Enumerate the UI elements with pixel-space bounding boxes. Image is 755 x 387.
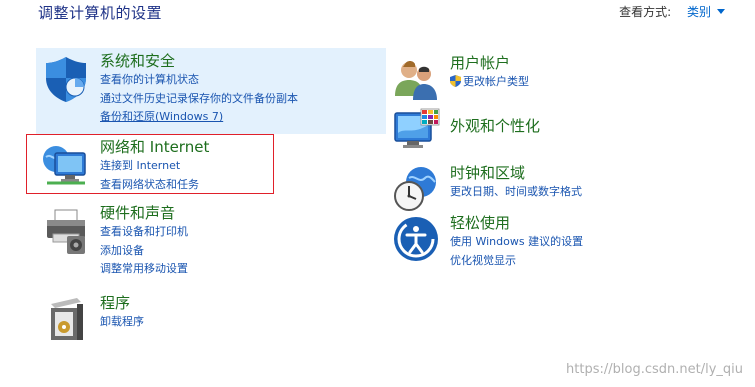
link-uninstall-program[interactable]: 卸载程序 bbox=[100, 313, 144, 332]
link-add-device[interactable]: 添加设备 bbox=[100, 242, 188, 261]
category-appearance: 外观和个性化 bbox=[386, 108, 736, 160]
link-optimize-visual-display[interactable]: 优化视觉显示 bbox=[450, 252, 583, 271]
category-title-hardware[interactable]: 硬件和声音 bbox=[100, 203, 188, 223]
category-clock-region: 时钟和区域 更改日期、时间或数字格式 bbox=[386, 160, 736, 211]
view-by-value: 类别 bbox=[686, 5, 711, 19]
link-change-account-type[interactable]: 更改帐户类型 bbox=[450, 73, 529, 92]
category-title-user-accounts[interactable]: 用户帐户 bbox=[450, 53, 529, 73]
monitor-palette-icon bbox=[394, 108, 440, 148]
view-by-control: 查看方式: 类别 bbox=[619, 3, 725, 20]
link-change-account-type-label: 更改帐户类型 bbox=[463, 75, 529, 88]
category-network-internet: 网络和 Internet 连接到 Internet 查看网络状态和任务 bbox=[36, 134, 386, 194]
category-ease-of-access: 轻松使用 使用 Windows 建议的设置 优化视觉显示 bbox=[386, 210, 736, 270]
users-icon bbox=[395, 61, 437, 100]
link-devices-printers[interactable]: 查看设备和打印机 bbox=[100, 223, 188, 242]
link-network-status[interactable]: 查看网络状态和任务 bbox=[100, 176, 209, 195]
printer-icon bbox=[47, 209, 85, 254]
category-system-security: 系统和安全 查看你的计算机状态 通过文件历史记录保存你的文件备份副本 备份和还原… bbox=[36, 48, 386, 134]
clock-globe-icon bbox=[394, 167, 436, 211]
page-title: 调整计算机的设置 bbox=[38, 4, 163, 22]
link-windows-recommended-settings[interactable]: 使用 Windows 建议的设置 bbox=[450, 233, 583, 252]
link-view-computer-status[interactable]: 查看你的计算机状态 bbox=[100, 71, 298, 90]
link-mobility-settings[interactable]: 调整常用移动设置 bbox=[100, 260, 188, 279]
network-globe-icon bbox=[43, 146, 86, 185]
uac-shield-icon bbox=[450, 75, 461, 87]
link-change-date-time-format[interactable]: 更改日期、时间或数字格式 bbox=[450, 183, 582, 202]
view-by-dropdown[interactable]: 类别 bbox=[687, 5, 725, 19]
category-title-clock-region[interactable]: 时钟和区域 bbox=[450, 163, 582, 183]
shield-icon bbox=[46, 57, 86, 102]
category-title-ease-of-access[interactable]: 轻松使用 bbox=[450, 213, 583, 233]
programs-box-icon bbox=[51, 298, 83, 340]
category-title-network[interactable]: 网络和 Internet bbox=[100, 137, 209, 157]
category-title-appearance[interactable]: 外观和个性化 bbox=[450, 116, 540, 136]
link-connect-internet[interactable]: 连接到 Internet bbox=[100, 157, 209, 176]
link-backup-restore[interactable]: 备份和还原(Windows 7) bbox=[100, 108, 298, 127]
category-title-system-security[interactable]: 系统和安全 bbox=[100, 51, 298, 71]
category-title-programs[interactable]: 程序 bbox=[100, 293, 144, 313]
category-hardware-sound: 硬件和声音 查看设备和打印机 添加设备 调整常用移动设置 bbox=[36, 200, 386, 280]
category-user-accounts: 用户帐户 更改帐户类型 bbox=[386, 50, 736, 100]
category-programs: 程序 卸载程序 bbox=[36, 290, 386, 340]
watermark-text: https://blog.csdn.net/ly_qiu bbox=[566, 362, 743, 377]
link-file-history-backup[interactable]: 通过文件历史记录保存你的文件备份副本 bbox=[100, 90, 298, 109]
ease-of-access-icon bbox=[394, 217, 438, 261]
view-by-label: 查看方式: bbox=[619, 5, 672, 19]
chevron-down-icon bbox=[717, 9, 725, 14]
